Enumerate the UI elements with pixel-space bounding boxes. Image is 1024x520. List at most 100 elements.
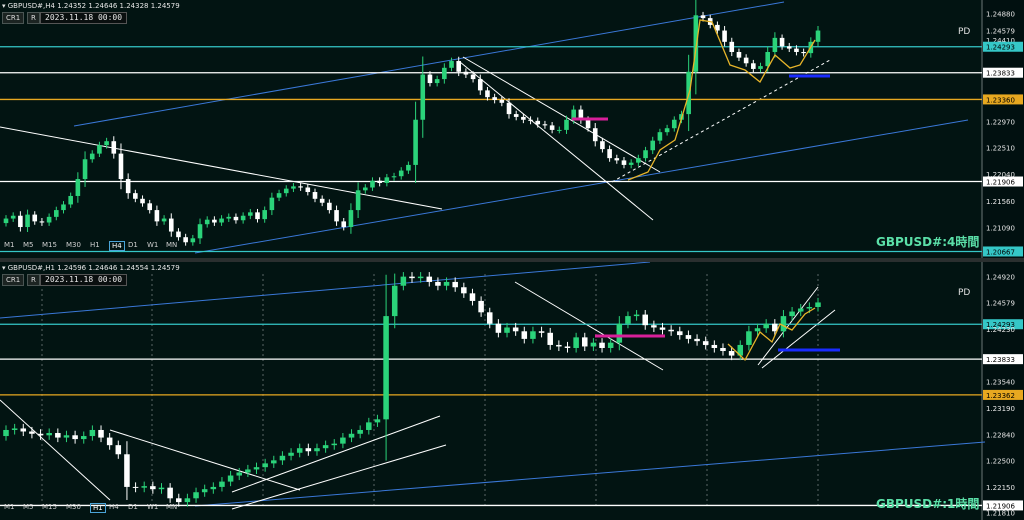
candle-body[interactable]	[140, 198, 145, 204]
cr-button[interactable]: CR1	[2, 12, 25, 24]
candle-body[interactable]	[729, 41, 735, 52]
h4-chart-canvas[interactable]: 1.248801.245791.244101.242931.238331.233…	[0, 0, 1024, 258]
candle-body[interactable]	[780, 316, 787, 332]
candle-body[interactable]	[668, 329, 674, 332]
candle-body[interactable]	[504, 327, 510, 333]
candle-body[interactable]	[573, 337, 579, 348]
candle-body[interactable]	[478, 300, 484, 313]
candle-body[interactable]	[245, 469, 251, 473]
candle-body[interactable]	[61, 204, 66, 211]
candle-body[interactable]	[39, 221, 45, 223]
timeframe-m5[interactable]: M5	[23, 503, 34, 511]
candle-body[interactable]	[664, 128, 670, 133]
timeframe-h1[interactable]: H1	[90, 503, 106, 513]
candle-body[interactable]	[642, 314, 648, 326]
candle-body[interactable]	[728, 351, 735, 356]
candle-body[interactable]	[167, 487, 173, 499]
candle-body[interactable]	[18, 215, 23, 228]
timeframe-m5[interactable]: M5	[23, 241, 34, 249]
candle-body[interactable]	[530, 331, 536, 339]
candle-body[interactable]	[312, 192, 318, 199]
candle-body[interactable]	[499, 99, 505, 103]
candle-body[interactable]	[147, 203, 153, 211]
candle-body[interactable]	[413, 119, 418, 165]
candle-body[interactable]	[643, 150, 648, 159]
candle-body[interactable]	[659, 327, 666, 330]
candle-body[interactable]	[469, 293, 476, 301]
candle-body[interactable]	[582, 337, 588, 347]
candle-body[interactable]	[305, 448, 312, 452]
r-button[interactable]: R	[27, 274, 40, 286]
timeframe-w1[interactable]: W1	[147, 503, 158, 511]
candle-body[interactable]	[628, 162, 634, 165]
candle-body[interactable]	[426, 276, 433, 282]
candle-body[interactable]	[158, 487, 165, 490]
timeframe-h4[interactable]: H4	[109, 503, 119, 511]
date-input[interactable]: 2023.11.18 00:00	[40, 274, 128, 286]
candle-body[interactable]	[535, 120, 541, 125]
candle-body[interactable]	[314, 448, 320, 452]
candle-body[interactable]	[406, 164, 411, 171]
candle-body[interactable]	[3, 218, 9, 224]
candle-body[interactable]	[184, 498, 191, 503]
candle-body[interactable]	[592, 128, 598, 142]
candle-body[interactable]	[219, 218, 224, 223]
candle-body[interactable]	[340, 437, 346, 444]
candle-body[interactable]	[279, 455, 286, 461]
candle-body[interactable]	[89, 153, 95, 160]
candle-body[interactable]	[384, 177, 390, 183]
candle-body[interactable]	[391, 176, 397, 178]
candle-body[interactable]	[722, 30, 727, 42]
candle-body[interactable]	[54, 210, 59, 217]
candle-body[interactable]	[506, 102, 512, 115]
candle-body[interactable]	[46, 433, 52, 436]
candle-body[interactable]	[711, 344, 718, 348]
candle-body[interactable]	[37, 433, 44, 436]
candle-body[interactable]	[556, 344, 562, 347]
candle-body[interactable]	[262, 463, 268, 468]
candle-body[interactable]	[398, 170, 404, 177]
candle-body[interactable]	[636, 158, 641, 163]
candle-body[interactable]	[486, 312, 493, 324]
candle-body[interactable]	[794, 48, 799, 52]
candle-body[interactable]	[614, 158, 620, 161]
candle-body[interactable]	[248, 212, 253, 216]
candle-body[interactable]	[370, 180, 375, 188]
candle-body[interactable]	[334, 210, 339, 222]
candle-body[interactable]	[377, 180, 382, 183]
candle-body[interactable]	[298, 186, 303, 188]
candle-body[interactable]	[763, 323, 769, 329]
candle-body[interactable]	[442, 67, 447, 80]
candle-body[interactable]	[271, 460, 277, 464]
candle-body[interactable]	[183, 237, 188, 243]
timeframe-d1[interactable]: D1	[128, 503, 138, 511]
candle-body[interactable]	[743, 57, 749, 64]
candle-body[interactable]	[772, 37, 778, 52]
candle-body[interactable]	[331, 443, 338, 446]
candle-body[interactable]	[3, 429, 9, 437]
candle-body[interactable]	[400, 276, 407, 286]
candle-body[interactable]	[542, 124, 548, 126]
candle-body[interactable]	[585, 119, 591, 129]
candle-body[interactable]	[161, 218, 167, 222]
candle-body[interactable]	[815, 30, 821, 42]
timeframe-mn[interactable]: MN	[166, 241, 177, 249]
candle-body[interactable]	[492, 97, 497, 100]
candle-body[interactable]	[219, 481, 225, 487]
candle-body[interactable]	[477, 79, 483, 91]
candle-body[interactable]	[176, 498, 182, 503]
h4-chart-panel[interactable]: 1.24880 1.24579 1.24410 1.24293 1.23833 1.233…	[0, 0, 1024, 258]
candle-body[interactable]	[671, 119, 677, 129]
candle-body[interactable]	[11, 428, 18, 430]
candle-body[interactable]	[276, 193, 282, 198]
candle-body[interactable]	[201, 489, 208, 493]
candle-body[interactable]	[521, 116, 526, 120]
candle-body[interactable]	[557, 129, 562, 131]
candle-body[interactable]	[348, 433, 355, 438]
candle-body[interactable]	[104, 141, 109, 146]
candle-body[interactable]	[607, 342, 614, 348]
candle-body[interactable]	[176, 231, 181, 238]
candle-body[interactable]	[283, 188, 289, 194]
candle-body[interactable]	[226, 216, 232, 219]
candle-body[interactable]	[797, 308, 804, 312]
